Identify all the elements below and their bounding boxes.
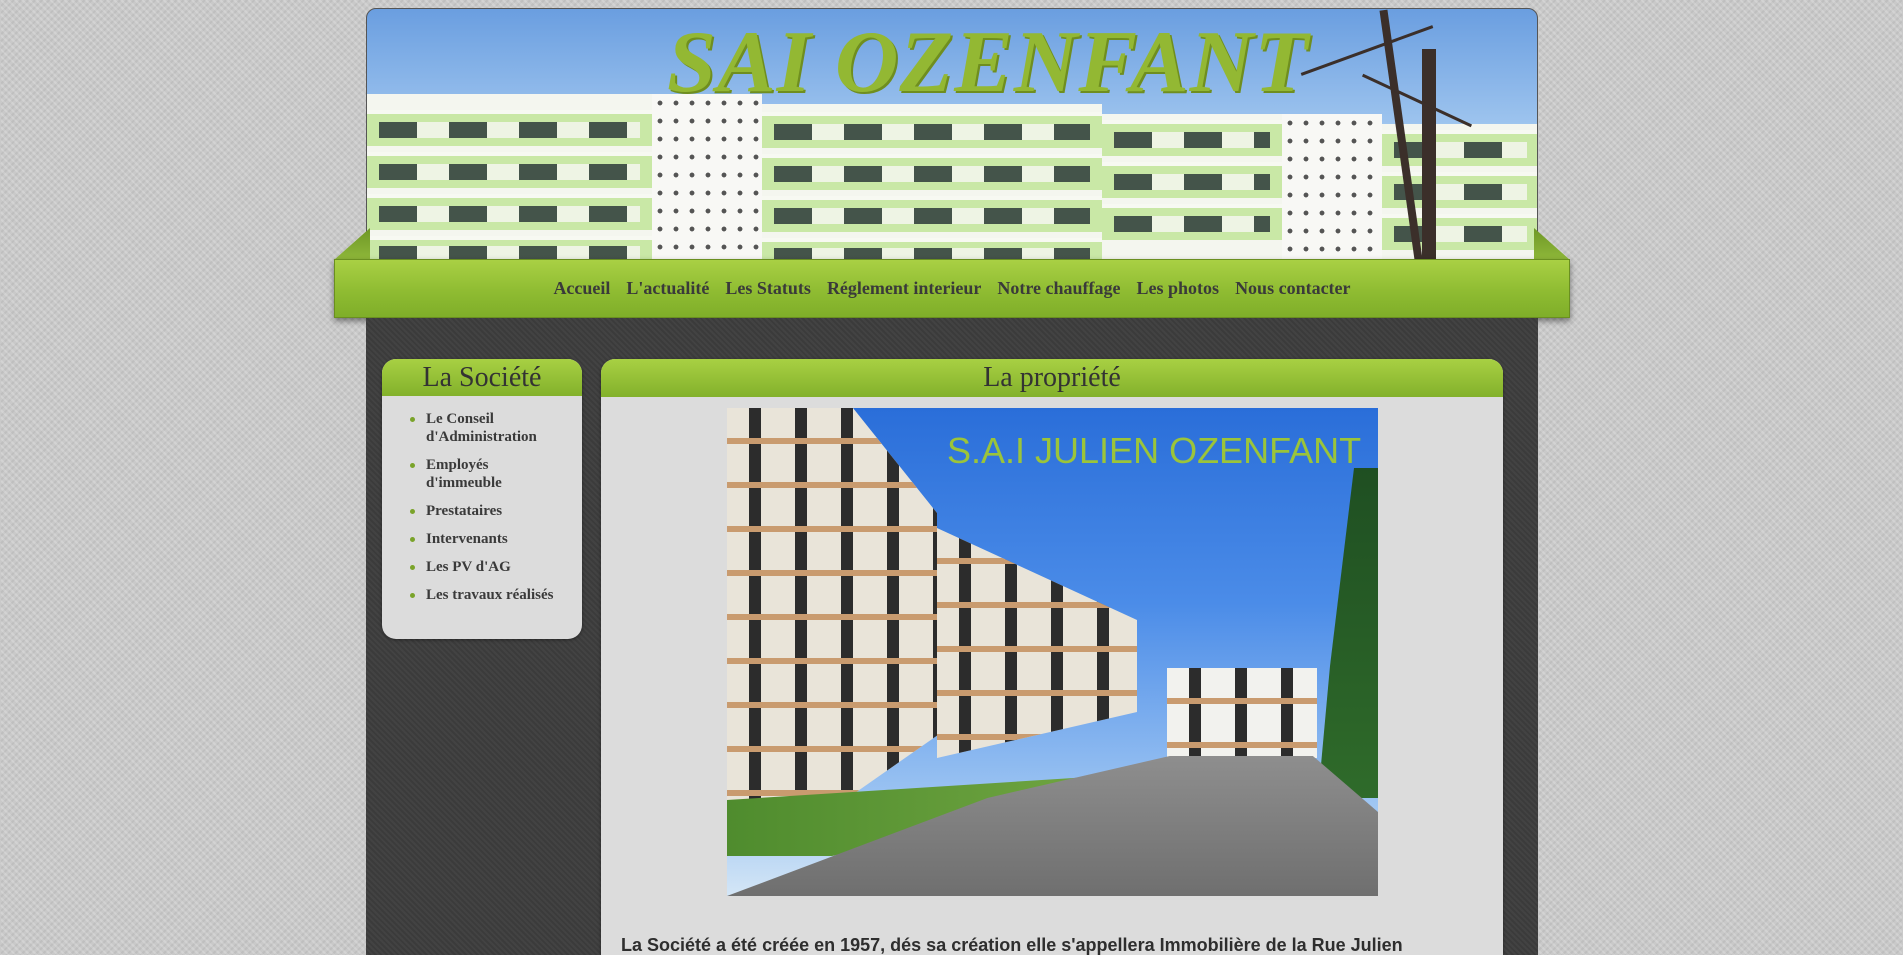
nav-wing-right	[1534, 228, 1570, 260]
header-banner: SAI OZENFANT	[366, 8, 1538, 260]
sidebar-item-conseil[interactable]: Le Conseil d'Administration	[410, 410, 568, 446]
main-nav: Accueil L'actualité Les Statuts Réglemen…	[334, 259, 1570, 318]
sidebar-title: La Société	[382, 359, 582, 396]
sidebar: La Société Le Conseil d'Administration E…	[382, 359, 582, 639]
photo-building-far	[1167, 668, 1317, 758]
photo-building-near	[727, 408, 937, 828]
nav-item-accueil[interactable]: Accueil	[553, 278, 610, 299]
banner-building-right	[1102, 114, 1282, 259]
content-panel: La propriété S.A.I JULIEN OZENFANT La So…	[601, 359, 1503, 955]
sidebar-item-travaux[interactable]: Les travaux réalisés	[410, 586, 568, 604]
nav-item-actualite[interactable]: L'actualité	[626, 278, 709, 299]
photo-building-mid	[937, 528, 1137, 758]
banner-building-left	[367, 94, 652, 259]
site-title: SAI OZENFANT	[667, 14, 1310, 111]
banner-tree-trunk-2	[1422, 49, 1436, 259]
nav-item-photos[interactable]: Les photos	[1137, 278, 1220, 299]
photo-tree	[1318, 468, 1378, 798]
nav-wing-left	[334, 228, 370, 260]
nav-item-chauffage[interactable]: Notre chauffage	[997, 278, 1120, 299]
content-title: La propriété	[601, 359, 1503, 397]
property-photo: S.A.I JULIEN OZENFANT	[727, 408, 1378, 896]
banner-tree-branch	[1300, 25, 1434, 76]
sidebar-item-prestataires[interactable]: Prestataires	[410, 502, 568, 520]
sidebar-item-intervenants[interactable]: Intervenants	[410, 530, 568, 548]
sidebar-item-pv-ag[interactable]: Les PV d'AG	[410, 558, 568, 576]
nav-item-contact[interactable]: Nous contacter	[1235, 278, 1350, 299]
nav-item-reglement[interactable]: Réglement interieur	[827, 278, 981, 299]
banner-building-center	[762, 104, 1102, 259]
banner-dotted-stairwell	[652, 94, 762, 259]
nav-item-statuts[interactable]: Les Statuts	[725, 278, 811, 299]
banner-dotted-stairwell-2	[1282, 114, 1382, 259]
sidebar-item-employes[interactable]: Employés d'immeuble	[410, 456, 568, 492]
intro-paragraph: La Société a été créée en 1957, dés sa c…	[621, 935, 1403, 955]
sidebar-menu: Le Conseil d'Administration Employés d'i…	[382, 396, 582, 604]
photo-caption: S.A.I JULIEN OZENFANT	[947, 430, 1362, 471]
